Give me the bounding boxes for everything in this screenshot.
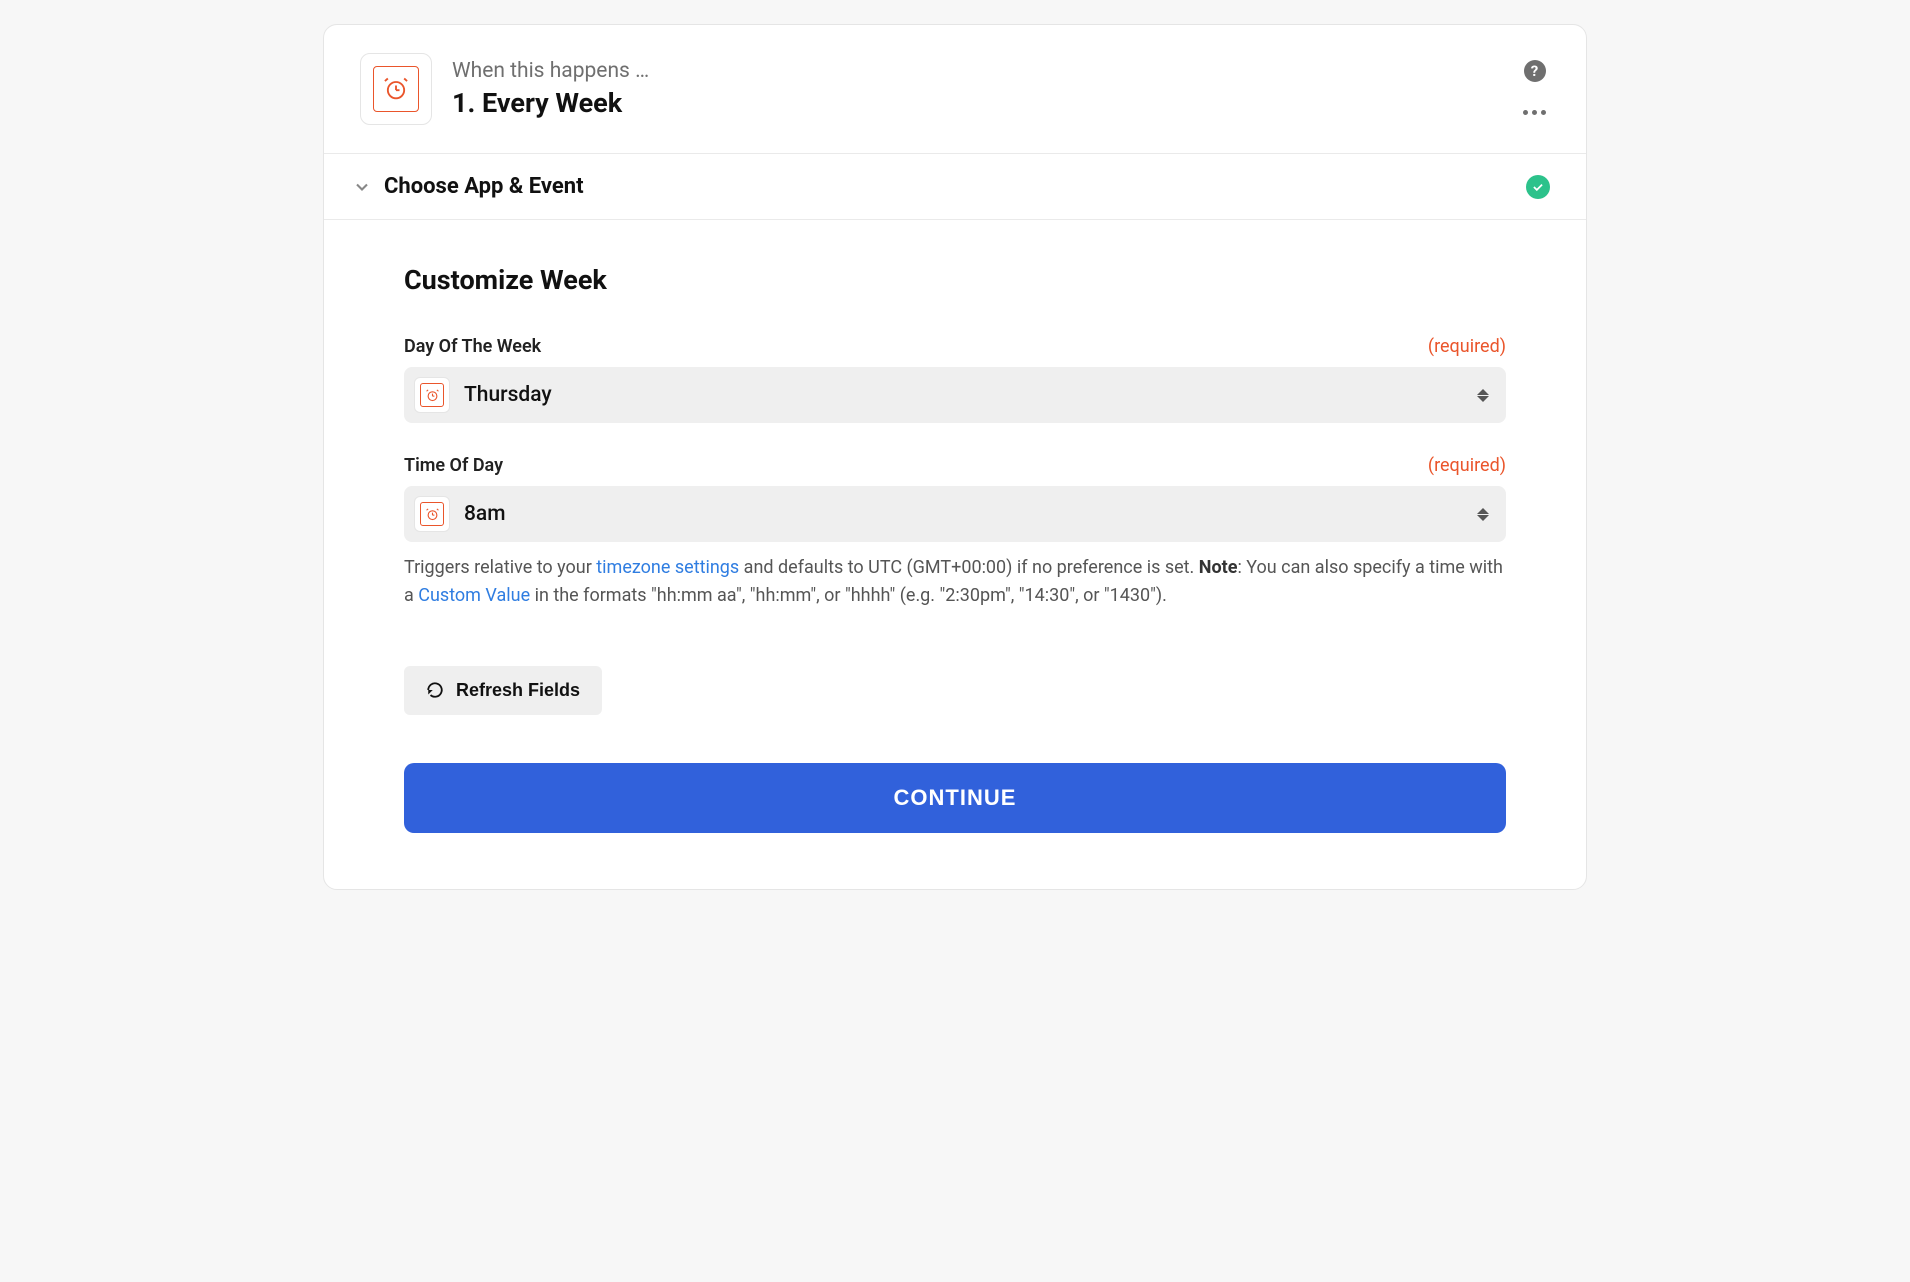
section-choose-title: Choose App & Event (384, 174, 1526, 199)
step-card: When this happens … 1. Every Week ? Choo… (323, 24, 1587, 890)
time-of-day-select[interactable]: 8am (404, 486, 1506, 542)
timezone-settings-link[interactable]: timezone settings (596, 557, 739, 578)
updown-caret-icon (1476, 389, 1490, 402)
clock-icon (420, 383, 444, 407)
customize-title: Customize Week (404, 264, 1506, 296)
help-segment: Triggers relative to your (404, 557, 596, 578)
check-complete-icon (1526, 175, 1550, 199)
help-note-label: Note (1199, 557, 1238, 578)
time-label: Time Of Day (404, 455, 503, 476)
help-icon[interactable]: ? (1524, 60, 1546, 82)
step-kicker: When this happens … (452, 59, 1499, 83)
help-segment: in the formats "hh:mm aa", "hh:mm", or "… (530, 585, 1167, 606)
refresh-fields-button[interactable]: Refresh Fields (404, 666, 602, 715)
app-icon-container (360, 53, 432, 125)
day-label: Day Of The Week (404, 336, 541, 357)
field-label-row: Day Of The Week (required) (404, 336, 1506, 357)
field-label-row: Time Of Day (required) (404, 455, 1506, 476)
refresh-label: Refresh Fields (456, 680, 580, 701)
day-value: Thursday (464, 383, 1462, 407)
time-value: 8am (464, 502, 1462, 526)
clock-icon (420, 502, 444, 526)
continue-button[interactable]: CONTINUE (404, 763, 1506, 833)
chevron-down-icon (352, 177, 372, 197)
select-icon (414, 496, 450, 532)
required-badge: (required) (1428, 336, 1506, 357)
refresh-icon (426, 681, 444, 699)
required-badge: (required) (1428, 455, 1506, 476)
updown-caret-icon (1476, 508, 1490, 521)
step-title: 1. Every Week (452, 87, 1499, 119)
header-text: When this happens … 1. Every Week (452, 59, 1499, 119)
step-header: When this happens … 1. Every Week ? (324, 25, 1586, 154)
clock-icon (373, 66, 419, 112)
select-icon (414, 377, 450, 413)
day-of-week-select[interactable]: Thursday (404, 367, 1506, 423)
section-customize-week: Customize Week Day Of The Week (required… (324, 220, 1586, 889)
time-help-text: Triggers relative to your timezone setti… (404, 554, 1506, 610)
field-day-of-week: Day Of The Week (required) Th (404, 336, 1506, 423)
field-time-of-day: Time Of Day (required) 8am (404, 455, 1506, 610)
header-actions: ? (1519, 60, 1550, 119)
help-segment: and defaults to UTC (GMT+00:00) if no pr… (739, 557, 1199, 578)
more-menu-icon[interactable] (1519, 106, 1550, 119)
section-choose-app-event[interactable]: Choose App & Event (324, 154, 1586, 220)
custom-value-link[interactable]: Custom Value (418, 585, 530, 606)
